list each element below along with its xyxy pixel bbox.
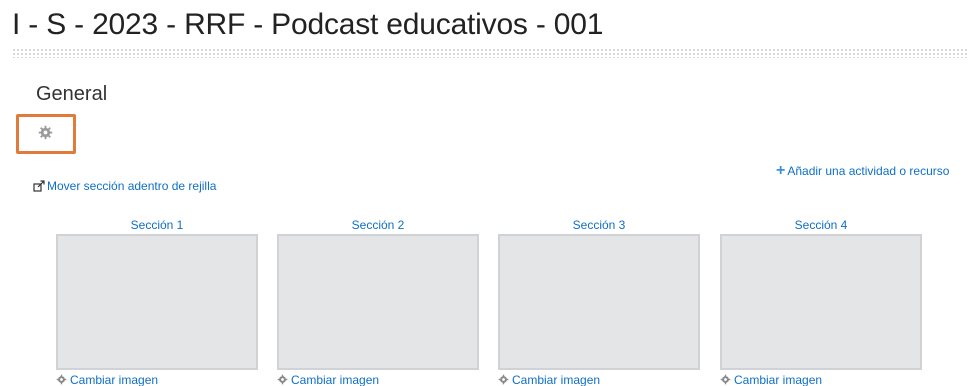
course-page: I - S - 2023 - RRF - Podcast educativos … (0, 0, 968, 386)
plus-icon: + (776, 162, 786, 179)
add-activity-label: Añadir una actividad o recurso (787, 164, 950, 178)
gear-icon (277, 374, 288, 385)
section-tile-4[interactable]: Sección 4 Cambiar imagen (720, 218, 922, 386)
section-tile-1[interactable]: Sección 1 Cambiar imagen (56, 218, 258, 386)
page-title: I - S - 2023 - RRF - Podcast educativos … (12, 8, 604, 41)
change-image-label: Cambiar imagen (291, 373, 380, 386)
tile-title[interactable]: Sección 2 (277, 218, 479, 232)
tile-image[interactable] (720, 234, 922, 370)
tile-image[interactable] (498, 234, 700, 370)
gear-icon[interactable] (38, 125, 53, 140)
change-image-link[interactable]: Cambiar imagen (277, 373, 479, 386)
tile-title[interactable]: Sección 3 (498, 218, 700, 232)
tile-image[interactable] (277, 234, 479, 370)
gear-icon (720, 374, 731, 385)
change-image-link[interactable]: Cambiar imagen (720, 373, 922, 386)
move-section-link[interactable]: Mover sección adentro de rejilla (33, 179, 216, 193)
section-tile-2[interactable]: Sección 2 Cambiar imagen (277, 218, 479, 386)
change-image-label: Cambiar imagen (512, 373, 601, 386)
change-image-label: Cambiar imagen (70, 373, 159, 386)
section-tile-3[interactable]: Sección 3 Cambiar imagen (498, 218, 700, 386)
gear-icon (56, 374, 67, 385)
tile-title[interactable]: Sección 1 (56, 218, 258, 232)
change-image-link[interactable]: Cambiar imagen (498, 373, 700, 386)
title-divider (12, 48, 968, 58)
change-image-label: Cambiar imagen (734, 373, 823, 386)
move-section-label: Mover sección adentro de rejilla (47, 179, 217, 193)
change-image-link[interactable]: Cambiar imagen (56, 373, 258, 386)
add-activity-link[interactable]: + Añadir una actividad o recurso (776, 162, 949, 180)
move-icon (33, 180, 45, 192)
tile-image[interactable] (56, 234, 258, 370)
gear-icon (498, 374, 509, 385)
tile-title[interactable]: Sección 4 (720, 218, 922, 232)
section-name: General (36, 83, 108, 105)
